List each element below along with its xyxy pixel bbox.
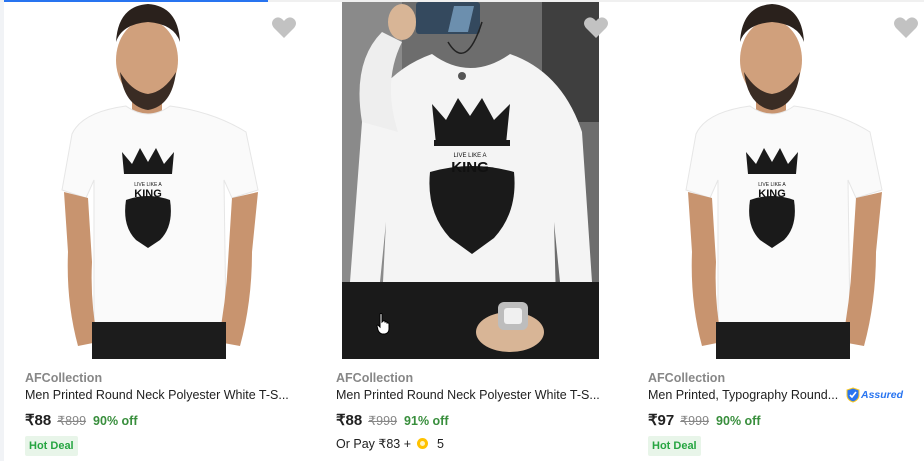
- product-card-2[interactable]: LIVE LIKE A KING AFCollection Men Printe…: [325, 2, 625, 461]
- supercoin-offer: Or Pay ₹83 + 5: [336, 436, 444, 452]
- wishlist-button-2[interactable]: [583, 16, 609, 40]
- discount-percent: 90% off: [93, 414, 138, 428]
- product-card-1[interactable]: LIVE LIKE A KING AFCollection Men Printe…: [14, 2, 314, 461]
- hand-cursor-icon: [376, 313, 390, 335]
- product-title[interactable]: Men Printed Round Neck Polyester White T…: [336, 388, 608, 402]
- heart-icon: [272, 17, 296, 38]
- wishlist-button-3[interactable]: [893, 16, 919, 40]
- product-image-1[interactable]: LIVE LIKE A KING: [14, 2, 304, 359]
- hot-deal-badge: Hot Deal: [25, 436, 78, 456]
- selling-price: ₹88: [336, 412, 363, 429]
- assured-label: Assured: [861, 389, 904, 401]
- hot-deal-badge: Hot Deal: [648, 436, 701, 456]
- heart-icon: [584, 17, 608, 38]
- svg-text:KING: KING: [758, 188, 786, 200]
- supercoin-icon: [417, 438, 428, 449]
- product-title[interactable]: Men Printed Round Neck Polyester White T…: [25, 388, 297, 402]
- original-price: ₹899: [57, 414, 87, 428]
- product-brand: AFCollection: [336, 371, 414, 385]
- product-card-3[interactable]: LIVE LIKE A KING AFCollection Men Printe…: [637, 2, 924, 461]
- svg-text:KING: KING: [451, 159, 489, 176]
- discount-percent: 90% off: [716, 414, 761, 428]
- price-row: ₹88 ₹899 90% off: [25, 411, 138, 429]
- heart-icon: [894, 17, 918, 38]
- svg-text:KING: KING: [134, 188, 162, 200]
- price-row: ₹88 ₹999 91% off: [336, 411, 449, 429]
- selling-price: ₹88: [25, 412, 52, 429]
- price-row: ₹97 ₹999 90% off: [648, 411, 761, 429]
- discount-percent: 91% off: [404, 414, 449, 428]
- product-title[interactable]: Men Printed, Typography Round...: [648, 388, 844, 402]
- original-price: ₹999: [680, 414, 710, 428]
- shield-icon: [846, 387, 860, 403]
- page-left-border: [0, 0, 4, 461]
- supercoin-count: 5: [437, 436, 444, 451]
- product-brand: AFCollection: [25, 371, 103, 385]
- product-brand: AFCollection: [648, 371, 726, 385]
- selling-price: ₹97: [648, 412, 675, 429]
- original-price: ₹999: [368, 414, 398, 428]
- assured-badge: Assured: [846, 387, 903, 403]
- or-pay-text: Or Pay ₹83 +: [336, 437, 411, 451]
- wishlist-button-1[interactable]: [271, 16, 297, 40]
- product-image-2[interactable]: LIVE LIKE A KING: [342, 2, 599, 359]
- product-image-3[interactable]: LIVE LIKE A KING: [637, 2, 924, 359]
